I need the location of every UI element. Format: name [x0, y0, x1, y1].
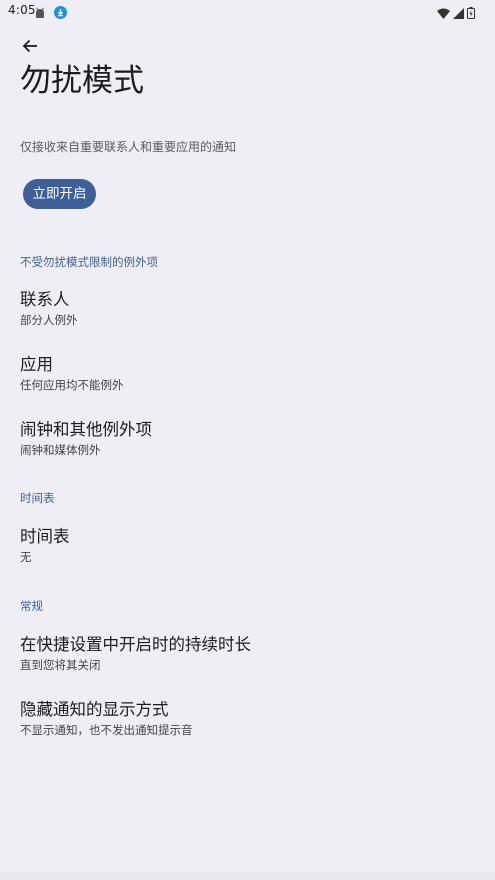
battery-icon [467, 4, 475, 23]
android-icon [34, 4, 46, 23]
arrow-back-icon [22, 39, 37, 53]
status-left-icons [34, 4, 67, 23]
pref-item-hidden-notification-display[interactable]: 隐藏通知的显示方式 不显示通知，也不发出通知提示音 [0, 699, 495, 755]
pref-summary: 无 [20, 550, 32, 564]
pref-title: 联系人 [20, 290, 70, 309]
pref-summary: 部分人例外 [20, 313, 78, 327]
pref-summary: 任何应用均不能例外 [20, 378, 124, 392]
status-time: 4:05 [8, 3, 36, 17]
pref-title: 时间表 [20, 527, 70, 546]
pref-title: 应用 [20, 355, 53, 374]
navigation-bar [0, 872, 495, 880]
screen: 4:05 勿扰模式 仅接收来自重要联系人和重要应用的通知 立即开启 不受勿扰模式… [0, 0, 495, 880]
pref-summary: 直到您将其关闭 [20, 658, 101, 672]
pref-title: 在快捷设置中开启时的持续时长 [20, 635, 251, 654]
section-header-general: 常规 [20, 599, 43, 613]
status-bar: 4:05 [0, 0, 495, 22]
signal-icon [453, 4, 464, 23]
pref-item-alarms-and-other-exceptions[interactable]: 闹钟和其他例外项 闹钟和媒体例外 [0, 419, 495, 475]
pref-item-contacts[interactable]: 联系人 部分人例外 [0, 289, 495, 345]
pref-title: 隐藏通知的显示方式 [20, 700, 169, 719]
description-text: 仅接收来自重要联系人和重要应用的通知 [20, 140, 237, 154]
section-header-schedules: 时间表 [20, 491, 55, 505]
pref-item-apps[interactable]: 应用 任何应用均不能例外 [0, 354, 495, 410]
turn-on-now-button[interactable]: 立即开启 [23, 179, 96, 209]
pref-summary: 不显示通知，也不发出通知提示音 [20, 723, 193, 737]
page-title: 勿扰模式 [20, 63, 144, 99]
download-icon [54, 4, 67, 23]
status-right-icons [437, 4, 475, 23]
pref-title: 闹钟和其他例外项 [20, 420, 152, 439]
back-button[interactable] [18, 34, 42, 58]
pref-summary: 闹钟和媒体例外 [20, 443, 101, 457]
pref-item-schedules[interactable]: 时间表 无 [0, 526, 495, 582]
wifi-icon [437, 4, 450, 23]
pref-item-quick-settings-duration[interactable]: 在快捷设置中开启时的持续时长 直到您将其关闭 [0, 634, 495, 690]
section-header-exceptions: 不受勿扰模式限制的例外项 [20, 255, 158, 269]
